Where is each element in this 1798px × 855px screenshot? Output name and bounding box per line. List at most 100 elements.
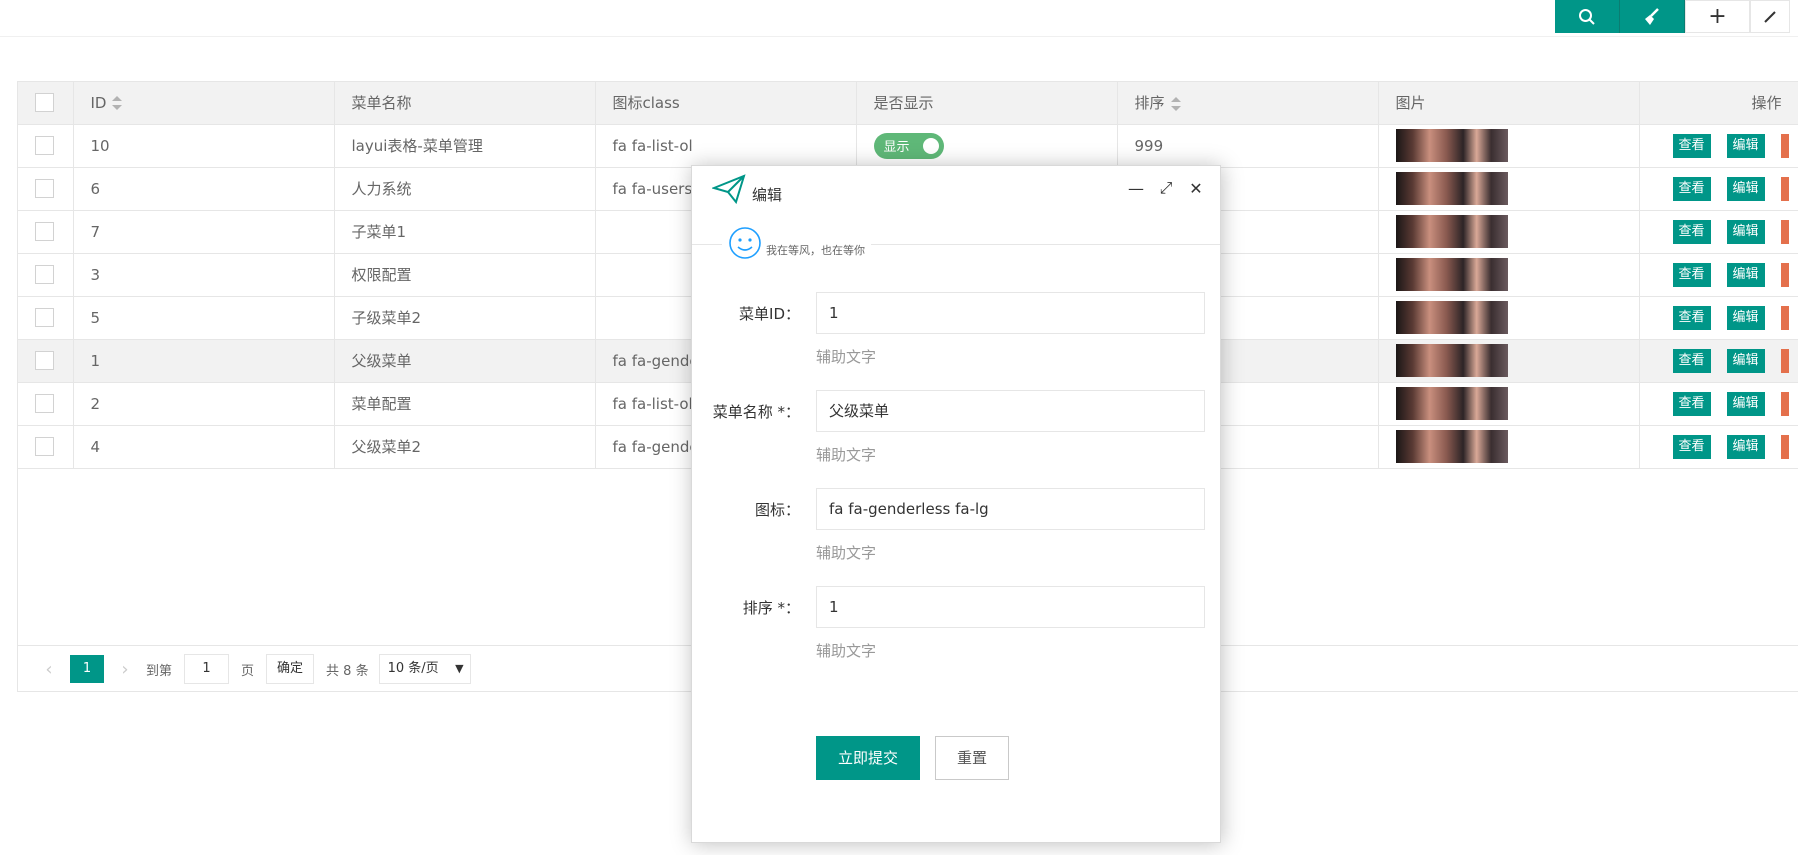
icon-input[interactable]: fa fa-genderless fa-lg (816, 488, 1205, 530)
row-thumbnail[interactable] (1395, 301, 1508, 334)
add-button[interactable]: + (1685, 0, 1750, 33)
delete-button[interactable] (1780, 434, 1789, 459)
view-button[interactable]: 查看 (1672, 434, 1711, 459)
goto-label: 到第 (146, 663, 173, 679)
menu-id-input[interactable]: 1 (816, 292, 1205, 334)
page-size-select[interactable]: 10 条/页 ▼ (378, 654, 471, 684)
row-checkbox[interactable] (35, 179, 54, 198)
cell-id: 10 (73, 124, 335, 168)
header-id[interactable]: ID (73, 82, 335, 125)
delete-button[interactable] (1780, 133, 1789, 158)
edit-button[interactable]: 编辑 (1726, 176, 1765, 201)
row-thumbnail[interactable] (1395, 172, 1508, 205)
cell-select (18, 296, 74, 340)
goto-confirm-button[interactable]: 确定 (266, 654, 315, 684)
delete-button[interactable] (1780, 219, 1789, 244)
field-label: 菜单名称 *： (712, 403, 800, 421)
cell-id: 1 (73, 339, 335, 383)
header-image: 图片 (1378, 82, 1640, 125)
page-current[interactable]: 1 (70, 655, 104, 683)
show-toggle[interactable]: 显示 (873, 132, 944, 159)
delete-button[interactable] (1780, 176, 1789, 201)
row-checkbox[interactable] (35, 136, 54, 155)
row-thumbnail[interactable] (1395, 344, 1508, 377)
clean-button[interactable] (1620, 0, 1685, 33)
cell-select (18, 210, 74, 254)
aux-text: 辅助文字 (816, 348, 877, 366)
view-button[interactable]: 查看 (1672, 348, 1711, 373)
row-checkbox[interactable] (35, 437, 54, 456)
edit-button[interactable]: 编辑 (1726, 305, 1765, 330)
edit-button[interactable]: 编辑 (1726, 434, 1765, 459)
header-ops: 操作 (1639, 82, 1798, 125)
field-label: 排序 *： (742, 599, 800, 617)
cell-select (18, 167, 74, 211)
cell-name: 子级菜单2 (334, 296, 596, 340)
edit-button[interactable]: 编辑 (1726, 133, 1765, 158)
select-all-checkbox[interactable] (35, 93, 54, 113)
view-button[interactable]: 查看 (1672, 219, 1711, 244)
search-button[interactable] (1555, 0, 1620, 33)
header-sort[interactable]: 排序 (1117, 82, 1379, 125)
row-thumbnail[interactable] (1395, 387, 1508, 420)
cell-image (1378, 425, 1640, 469)
header-select-all (18, 82, 74, 125)
row-thumbnail[interactable] (1395, 430, 1508, 463)
edit-button[interactable]: 编辑 (1726, 348, 1765, 373)
view-button[interactable]: 查看 (1672, 391, 1711, 416)
delete-button[interactable] (1780, 262, 1789, 287)
cell-id: 5 (73, 296, 335, 340)
minimize-icon[interactable]: — (1128, 179, 1144, 198)
submit-button[interactable]: 立即提交 (816, 736, 920, 780)
view-button[interactable]: 查看 (1672, 133, 1711, 158)
menu-name-input[interactable]: 父级菜单 (816, 390, 1205, 432)
delete-button[interactable] (1780, 305, 1789, 330)
delete-button[interactable] (1780, 391, 1789, 416)
cell-ops: 查看 编辑 (1639, 253, 1798, 297)
edit-button[interactable]: 编辑 (1726, 391, 1765, 416)
maximize-icon[interactable]: ⤢ (1158, 178, 1174, 197)
row-checkbox[interactable] (35, 308, 54, 327)
cell-id: 4 (73, 425, 335, 469)
reset-button[interactable]: 重置 (935, 736, 1009, 780)
table-row: 10 layui表格-菜单管理 fa fa-list-ol 显示 999 查看 编辑 (18, 124, 1798, 168)
sort-input[interactable]: 1 (816, 586, 1205, 628)
view-button[interactable]: 查看 (1672, 305, 1711, 330)
view-button[interactable]: 查看 (1672, 262, 1711, 287)
row-checkbox[interactable] (35, 394, 54, 413)
cell-name: layui表格-菜单管理 (334, 124, 596, 168)
edit-tool-button[interactable] (1750, 0, 1790, 33)
cell-select (18, 253, 74, 297)
edit-button[interactable]: 编辑 (1726, 219, 1765, 244)
row-checkbox[interactable] (35, 222, 54, 241)
cell-ops: 查看 编辑 (1639, 339, 1798, 383)
cell-sort: 999 (1117, 124, 1379, 168)
search-icon (1579, 8, 1595, 25)
next-page-icon[interactable]: › (110, 659, 140, 680)
edit-button[interactable]: 编辑 (1726, 262, 1765, 287)
row-thumbnail[interactable] (1395, 258, 1508, 291)
modal-title: 编辑 (752, 185, 783, 204)
broom-icon (1645, 7, 1659, 25)
page-unit-label: 页 (241, 663, 255, 679)
view-button[interactable]: 查看 (1672, 176, 1711, 201)
row-thumbnail[interactable] (1395, 215, 1508, 248)
cell-image (1378, 167, 1640, 211)
sort-icon[interactable] (112, 96, 123, 111)
cell-ops: 查看 编辑 (1639, 210, 1798, 254)
aux-text: 辅助文字 (816, 544, 877, 562)
header-name: 菜单名称 (334, 82, 596, 125)
row-thumbnail[interactable] (1395, 129, 1508, 162)
cell-select (18, 382, 74, 426)
sort-icon[interactable] (1170, 96, 1181, 111)
prev-page-icon[interactable]: ‹ (34, 659, 64, 680)
field-label: 图标： (754, 501, 800, 519)
row-checkbox[interactable] (35, 265, 54, 284)
close-icon[interactable]: ✕ (1188, 179, 1204, 198)
row-checkbox[interactable] (35, 351, 54, 370)
field-label: 菜单ID： (739, 305, 800, 323)
goto-page-input[interactable]: 1 (184, 654, 230, 684)
cell-name: 菜单配置 (334, 382, 596, 426)
delete-button[interactable] (1780, 348, 1789, 373)
aux-text: 辅助文字 (816, 446, 877, 464)
